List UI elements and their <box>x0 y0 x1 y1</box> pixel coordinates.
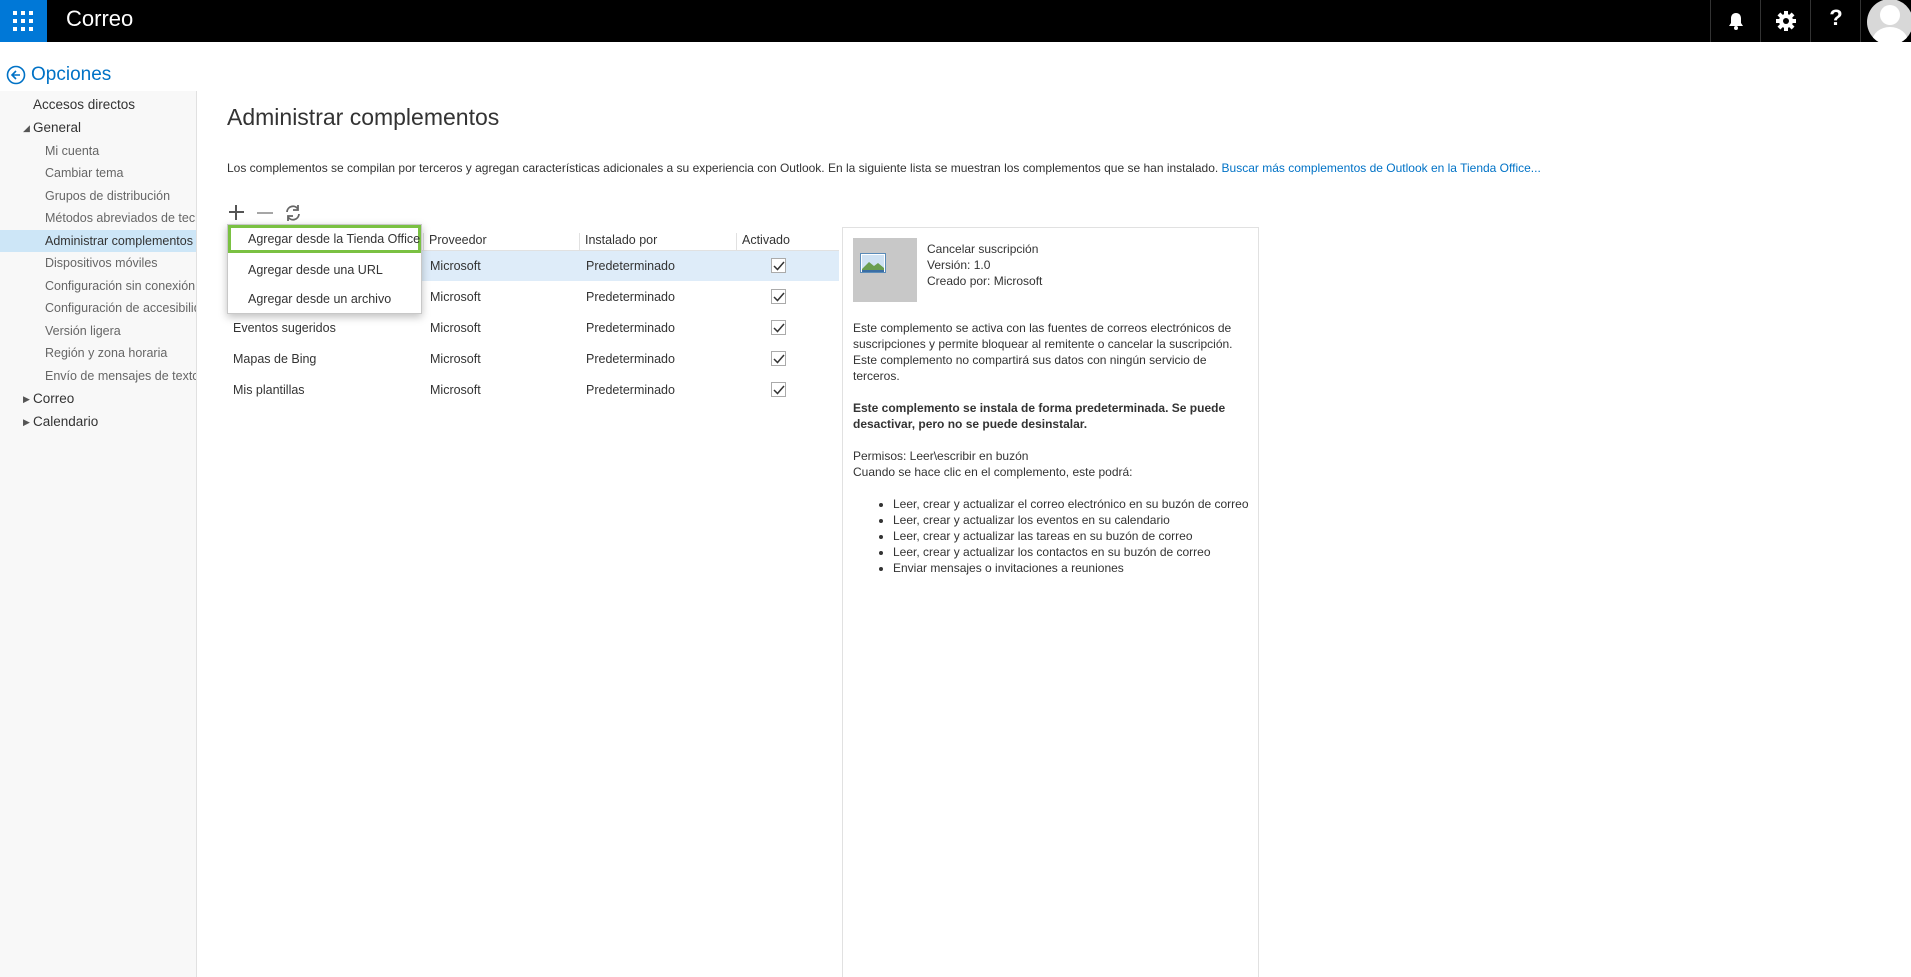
bell-icon <box>1729 13 1743 30</box>
expanded-caret-icon: ◢ <box>23 123 30 133</box>
addin-provider: Microsoft <box>430 290 481 304</box>
nav-item-dispositivos-moviles[interactable]: Dispositivos móviles <box>0 252 196 274</box>
addin-installed-by: Predeterminado <box>586 259 675 273</box>
nav-item-general[interactable]: ◢ General <box>0 117 196 139</box>
addin-provider: Microsoft <box>430 259 481 273</box>
app-title: Correo <box>66 6 134 31</box>
refresh-button[interactable] <box>284 203 312 223</box>
left-navigation: Accesos directos ◢ General Mi cuenta Cam… <box>0 91 197 977</box>
plus-icon <box>229 205 244 220</box>
nav-item-administrar-complementos[interactable]: Administrar complementos <box>0 230 196 252</box>
account-button[interactable] <box>1860 0 1911 42</box>
nav-item-calendario[interactable]: ▶ Calendario <box>0 411 196 433</box>
store-link[interactable]: Buscar más complementos de Outlook en la… <box>1222 161 1541 175</box>
list-item: Leer, crear y actualizar los eventos en … <box>893 512 1253 528</box>
addin-thumbnail <box>853 238 917 302</box>
column-header-provider[interactable]: Proveedor <box>423 233 487 251</box>
notifications-button[interactable] <box>1710 0 1760 42</box>
image-placeholder-icon <box>860 253 886 273</box>
description-text: Este complemento se activa con las fuent… <box>853 321 1233 383</box>
collapsed-caret-icon: ▶ <box>23 417 30 427</box>
page-title: Administrar complementos <box>227 104 500 130</box>
table-row[interactable]: Mis plantillas Microsoft Predeterminado <box>227 375 839 405</box>
enabled-checkbox[interactable] <box>771 382 786 397</box>
avatar-body-shape <box>1872 27 1908 42</box>
refresh-icon <box>286 205 300 221</box>
menu-item-add-from-store[interactable]: Agregar desde la Tienda Office <box>228 225 421 253</box>
permissions-text: Permisos: Leer\escribir en buzón <box>853 449 1029 463</box>
list-item: Leer, crear y actualizar los contactos e… <box>893 544 1253 560</box>
addin-name: Mis plantillas <box>233 383 305 397</box>
addin-installed-by: Predeterminado <box>586 352 675 366</box>
nav-item-configuracion-accesibilidad[interactable]: Configuración de accesibilidad <box>0 297 196 319</box>
addin-detail-name: Cancelar suscripción <box>927 242 1039 256</box>
column-header-enabled[interactable]: Activado <box>736 233 790 251</box>
addins-toolbar <box>228 203 312 223</box>
nav-item-accesos-directos[interactable]: Accesos directos <box>0 94 196 116</box>
nav-item-metodos-abreviados[interactable]: Métodos abreviados de teclado <box>0 207 196 229</box>
enabled-checkbox[interactable] <box>771 351 786 366</box>
default-install-note: Este complemento se instala de forma pre… <box>853 401 1226 431</box>
capabilities-list: Leer, crear y actualizar el correo elect… <box>893 496 1253 576</box>
addin-name: Eventos sugeridos <box>233 321 336 335</box>
checkmark-icon <box>773 323 785 333</box>
list-item: Enviar mensajes o invitaciones a reunion… <box>893 560 1253 576</box>
enabled-checkbox[interactable] <box>771 320 786 335</box>
addin-installed-by: Predeterminado <box>586 383 675 397</box>
list-item: Leer, crear y actualizar las tareas en s… <box>893 528 1253 544</box>
column-header-installed-by[interactable]: Instalado por <box>579 233 657 251</box>
addin-meta: Cancelar suscripción Versión: 1.0 Creado… <box>927 241 1042 289</box>
table-row[interactable]: Eventos sugeridos Microsoft Predetermina… <box>227 313 839 343</box>
add-button[interactable] <box>228 203 256 223</box>
help-button[interactable]: ? <box>1810 0 1860 42</box>
top-bar: Correo ? <box>0 0 1911 42</box>
waffle-icon <box>13 11 33 31</box>
settings-button[interactable] <box>1760 0 1810 42</box>
addin-version: Versión: 1.0 <box>927 258 991 272</box>
nav-item-envio-mensajes-texto[interactable]: Envío de mensajes de texto <box>0 365 196 387</box>
app-launcher-button[interactable] <box>0 0 47 42</box>
add-dropdown-menu: Agregar desde la Tienda Office Agregar d… <box>227 224 422 314</box>
checkmark-icon <box>773 385 785 395</box>
addin-created-by: Creado por: Microsoft <box>927 274 1043 288</box>
list-item: Leer, crear y actualizar el correo elect… <box>893 496 1253 512</box>
addin-name: Mapas de Bing <box>233 352 317 366</box>
checkmark-icon <box>773 261 785 271</box>
enabled-checkbox[interactable] <box>771 258 786 273</box>
addin-provider: Microsoft <box>430 321 481 335</box>
options-label: Opciones <box>31 64 112 85</box>
when-clicked-text: Cuando se hace clic en el complemento, e… <box>853 465 1133 479</box>
remove-button[interactable] <box>256 203 284 223</box>
back-arrow-icon <box>6 65 26 85</box>
enabled-checkbox[interactable] <box>771 289 786 304</box>
nav-item-configuracion-sin-conexion[interactable]: Configuración sin conexión <box>0 275 196 297</box>
nav-item-grupos-distribucion[interactable]: Grupos de distribución <box>0 185 196 207</box>
intro-text: Los complementos se compilan por tercero… <box>227 161 1541 175</box>
nav-item-correo[interactable]: ▶ Correo <box>0 388 196 410</box>
menu-item-add-from-url[interactable]: Agregar desde una URL <box>228 256 421 284</box>
menu-item-add-from-file[interactable]: Agregar desde un archivo <box>228 285 421 313</box>
checkmark-icon <box>773 354 785 364</box>
collapsed-caret-icon: ▶ <box>23 394 30 404</box>
nav-item-region-zona-horaria[interactable]: Región y zona horaria <box>0 342 196 364</box>
nav-item-version-ligera[interactable]: Versión ligera <box>0 320 196 342</box>
help-icon: ? <box>1829 5 1843 30</box>
checkmark-icon <box>773 292 785 302</box>
nav-item-mi-cuenta[interactable]: Mi cuenta <box>0 140 196 162</box>
avatar-head-shape <box>1880 5 1900 25</box>
addin-description: Este complemento se activa con las fuent… <box>853 320 1253 576</box>
avatar <box>1867 0 1911 42</box>
gear-icon <box>1776 11 1796 31</box>
table-row[interactable]: Mapas de Bing Microsoft Predeterminado <box>227 344 839 374</box>
minus-icon <box>257 212 273 214</box>
addin-provider: Microsoft <box>430 383 481 397</box>
nav-item-cambiar-tema[interactable]: Cambiar tema <box>0 162 196 184</box>
addin-provider: Microsoft <box>430 352 481 366</box>
addin-detail-pane: Cancelar suscripción Versión: 1.0 Creado… <box>842 227 1259 977</box>
addin-installed-by: Predeterminado <box>586 321 675 335</box>
addin-installed-by: Predeterminado <box>586 290 675 304</box>
options-back-link[interactable]: Opciones <box>6 62 111 88</box>
